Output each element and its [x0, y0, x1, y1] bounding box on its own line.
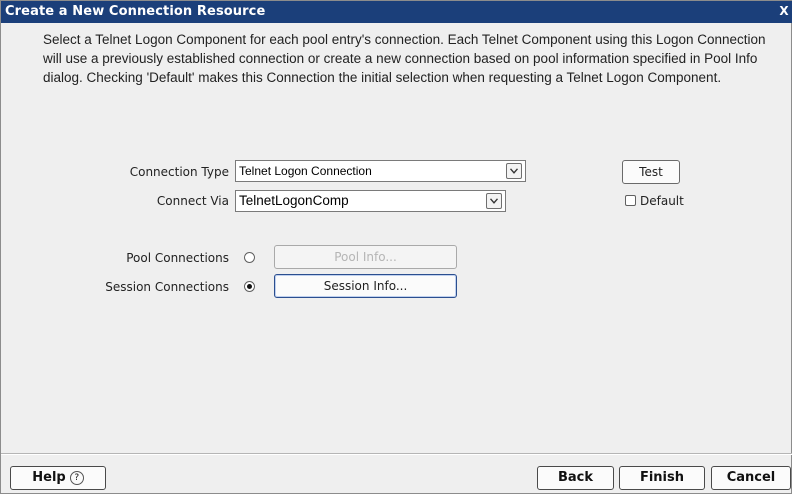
cancel-button[interactable]: Cancel	[711, 466, 791, 490]
radio-selected-dot	[247, 284, 252, 289]
session-connections-radio[interactable]	[244, 281, 255, 292]
connect-via-select[interactable]: TelnetLogonComp	[235, 190, 506, 212]
pool-connections-label: Pool Connections	[126, 251, 229, 265]
pool-connections-radio[interactable]	[244, 252, 255, 263]
help-circle-icon: ?	[69, 470, 84, 485]
session-info-button[interactable]: Session Info...	[274, 274, 457, 298]
dialog-window: Create a New Connection Resource X Selec…	[0, 0, 792, 494]
default-label: Default	[640, 194, 684, 208]
pool-info-button-label: Pool Info...	[334, 250, 397, 264]
test-button-label: Test	[639, 165, 663, 179]
close-icon[interactable]: X	[777, 4, 791, 18]
connection-type-label: Connection Type	[129, 165, 229, 179]
window-title: Create a New Connection Resource	[5, 4, 266, 19]
connect-via-label: Connect Via	[156, 194, 229, 208]
finish-button[interactable]: Finish	[619, 466, 705, 490]
default-checkbox[interactable]	[625, 195, 636, 206]
back-button-label: Back	[557, 470, 594, 485]
chevron-down-icon[interactable]	[486, 193, 502, 209]
help-button-label: Help	[32, 470, 66, 485]
connection-type-select[interactable]: Telnet Logon Connection	[235, 160, 526, 182]
connect-via-value: TelnetLogonComp	[239, 193, 349, 208]
session-info-button-label: Session Info...	[323, 279, 408, 293]
finish-button-label: Finish	[639, 470, 685, 485]
chevron-down-icon[interactable]	[506, 163, 522, 179]
pool-info-button[interactable]: Pool Info...	[274, 245, 457, 269]
session-connections-label: Session Connections	[105, 280, 229, 294]
help-button[interactable]: Help?	[10, 466, 106, 490]
back-button[interactable]: Back	[537, 466, 614, 490]
test-button[interactable]: Test	[622, 160, 680, 184]
description-text: Select a Telnet Logon Component for each…	[43, 32, 766, 85]
connection-type-value: Telnet Logon Connection	[239, 164, 372, 178]
footer-divider	[1, 453, 792, 455]
title-bar[interactable]: Create a New Connection Resource X	[1, 1, 792, 23]
cancel-button-label: Cancel	[726, 470, 776, 485]
